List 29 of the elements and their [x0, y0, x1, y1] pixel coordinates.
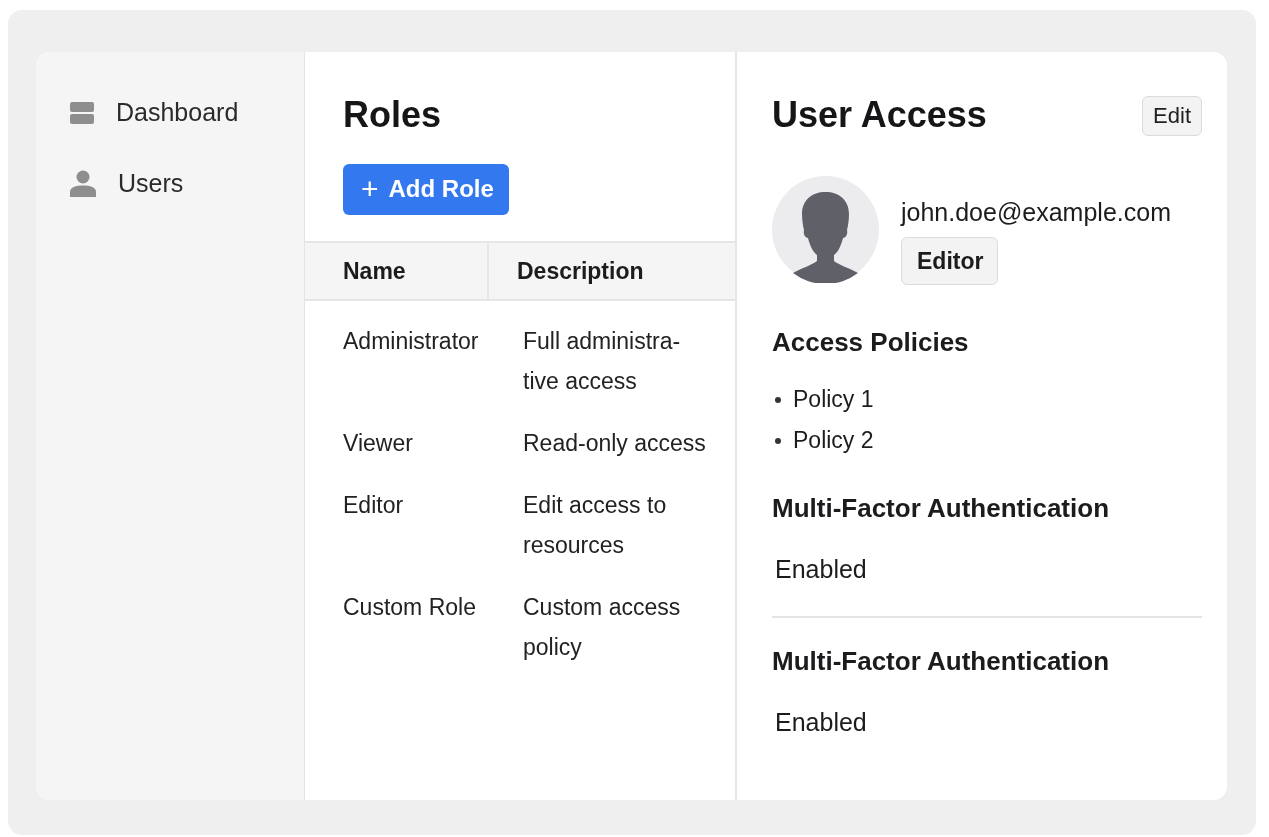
sidebar-item[interactable]: Dashboard — [70, 98, 239, 127]
section-title: Multi-Factor Authentication — [772, 493, 1110, 524]
table-cell-text: Custom access policy — [523, 593, 682, 662]
table-cell-text: Viewer — [342, 429, 414, 458]
policy-item: Policy 1 — [793, 385, 874, 414]
policy-item: Policy 2 — [793, 426, 874, 455]
bullet-icon — [775, 437, 781, 444]
status-text: Enabled — [774, 707, 868, 737]
section-title: Access Policies — [772, 327, 970, 358]
edit-button[interactable]: Edit — [1142, 96, 1202, 136]
sidebar-item[interactable]: Users — [70, 169, 184, 198]
panel-title: User Access — [772, 94, 987, 136]
table-cell-text: Editor — [342, 491, 405, 520]
user-icon — [70, 170, 96, 197]
section-title: Multi-Factor Authentication — [772, 646, 1110, 677]
table-cell-text: Administrator — [342, 327, 480, 356]
table-cell-text: Edit access to resources — [523, 491, 668, 560]
role-badge: Editor — [901, 237, 999, 285]
column-header: Name — [342, 257, 407, 286]
bullet-icon — [775, 396, 781, 403]
add-role-button[interactable]: + Add Role — [343, 164, 509, 215]
table-cell-text: Read-only access — [523, 429, 707, 458]
panel-title: Roles — [342, 93, 443, 136]
table-cell-text: Full administra-tive access — [523, 327, 682, 396]
user-email: john.doe@example.com — [901, 198, 1171, 227]
column-header: Description — [487, 243, 735, 299]
table-cell-text: Custom Role — [342, 593, 477, 622]
dashboard-icon — [70, 101, 94, 124]
status-text: Enabled — [774, 554, 868, 584]
